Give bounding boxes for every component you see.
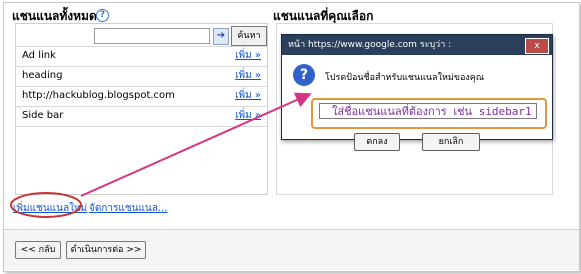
channel-name: heading	[22, 70, 63, 81]
footer-bar: << กลับ ดำเนินการต่อ >>	[4, 230, 579, 270]
continue-button[interactable]: ดำเนินการต่อ >>	[66, 241, 146, 259]
channel-name: Side bar	[22, 110, 64, 121]
ok-button[interactable]: ตกลง	[354, 133, 400, 151]
dialog-title: หน้า https://www.google.com ระบุว่า :	[282, 35, 552, 55]
add-channel-link[interactable]: เพิ่ม »	[235, 47, 261, 65]
channel-name: http://hackublog.blogspot.com	[22, 90, 175, 101]
add-new-channel-link[interactable]: เพิ่มแชนแนลใหม่	[13, 201, 87, 216]
all-channels-list: ➔ ค้นหา Ad link เพิ่ม » heading เพิ่ม » …	[15, 23, 268, 195]
screenshot-frame: แชนแนลทั้งหมด ? แชนแนลที่คุณเลือก ➔ ค้นห…	[3, 2, 580, 272]
manage-channels-label[interactable]: จัดการแชนแนล...	[89, 203, 167, 214]
list-item: Side bar เพิ่ม »	[16, 106, 267, 125]
dialog-body: ? โปรดป้อนชื่อสำหรับแชนแนลใหม่ของคุณ ใส่…	[282, 55, 552, 151]
search-button[interactable]: ค้นหา	[231, 26, 267, 46]
back-button[interactable]: << กลับ	[15, 241, 61, 259]
channel-search-input[interactable]	[94, 28, 210, 44]
channel-name: Ad link	[22, 50, 56, 61]
add-channel-link[interactable]: เพิ่ม »	[235, 87, 261, 105]
list-item: heading เพิ่ม »	[16, 66, 267, 85]
list-item: http://hackublog.blogspot.com เพิ่ม »	[16, 86, 267, 105]
list-item: Ad link เพิ่ม »	[16, 46, 267, 65]
prompt-message: โปรดป้อนชื่อสำหรับแชนแนลใหม่ของคุณ	[325, 73, 485, 83]
add-new-channel-label[interactable]: เพิ่มแชนแนลใหม่	[13, 203, 87, 214]
search-go-icon[interactable]: ➔	[213, 28, 229, 45]
add-channel-link[interactable]: เพิ่ม »	[235, 107, 261, 125]
close-button[interactable]: x	[525, 38, 549, 54]
add-channel-link[interactable]: เพิ่ม »	[235, 67, 261, 85]
cancel-button[interactable]: ยกเลิก	[422, 133, 480, 151]
help-icon[interactable]: ?	[96, 9, 109, 22]
question-icon: ?	[293, 64, 315, 86]
list-divider	[16, 126, 267, 145]
prompt-dialog: หน้า https://www.google.com ระบุว่า : x …	[281, 34, 553, 151]
channel-name-input[interactable]: ใส่ชื่อแชนแนลที่ต้องการ เช่น sidebar1	[319, 103, 537, 119]
manage-channels-link[interactable]: จัดการแชนแนล...	[89, 201, 167, 216]
